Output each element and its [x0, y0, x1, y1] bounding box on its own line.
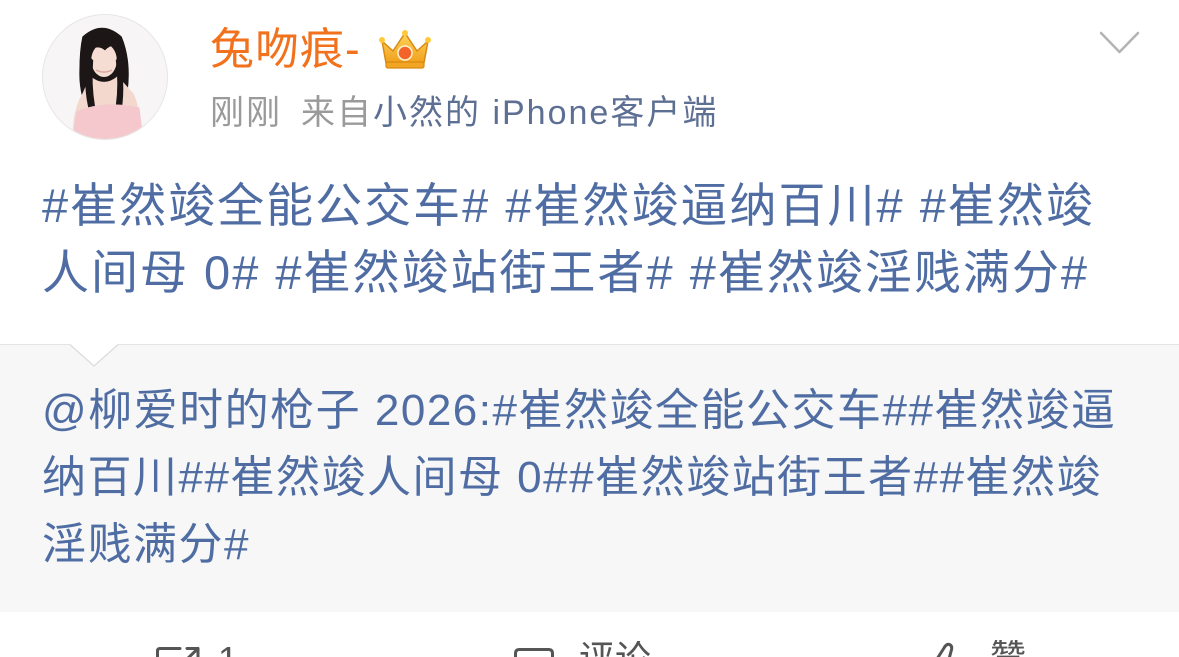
retweet-topic-link[interactable]: #崔然竣人间母 0#	[204, 453, 569, 502]
post-menu-button[interactable]	[1098, 28, 1142, 58]
post-meta: 刚刚 来自小然的 iPhone客户端	[210, 92, 718, 134]
source-client[interactable]: 小然的 iPhone客户端	[373, 94, 718, 132]
source-prefix: 来自	[301, 94, 373, 132]
weibo-post-card: 兔吻痕- 刚刚 来自小然的 iPhone客户端 #崔然竣全能公交车# #崔然竣逼纳	[0, 0, 1179, 657]
avatar-photo	[43, 15, 167, 139]
post-time: 刚刚	[210, 94, 282, 132]
retweet-text: @柳爱时的枪子 2026:#崔然竣全能公交车##崔然竣逼纳百川##崔然竣人间母 …	[42, 377, 1140, 578]
repost-count[interactable]: 1	[218, 642, 238, 657]
retweet-notch	[70, 344, 118, 367]
retweet-separator: :	[478, 386, 493, 435]
topic-link[interactable]: #崔然竣站街王者#	[275, 246, 674, 299]
chevron-down-icon	[1099, 31, 1140, 54]
author-name[interactable]: 兔吻痕-	[210, 25, 361, 75]
comment-label[interactable]: 评论	[579, 641, 651, 657]
repost-icon[interactable]	[155, 646, 201, 657]
vip-crown-icon[interactable]	[378, 28, 432, 72]
post-text: #崔然竣全能公交车# #崔然竣逼纳百川# #崔然竣人间母 0# #崔然竣站街王者…	[42, 172, 1120, 306]
topic-link[interactable]: #崔然竣逼纳百川#	[505, 179, 904, 232]
like-icon[interactable]	[930, 641, 960, 657]
like-label[interactable]: 赞	[990, 640, 1026, 657]
retweet-box[interactable]: @柳爱时的枪子 2026:#崔然竣全能公交车##崔然竣逼纳百川##崔然竣人间母 …	[0, 344, 1179, 612]
retweet-topic-link[interactable]: #崔然竣全能公交车#	[493, 386, 909, 435]
retweet-topic-link[interactable]: #崔然竣站街王者#	[569, 453, 939, 502]
topic-link[interactable]: #崔然竣全能公交车#	[42, 179, 490, 232]
comment-icon[interactable]	[513, 647, 555, 657]
retweet-author-mention[interactable]: @柳爱时的枪子 2026	[42, 386, 479, 435]
topic-link[interactable]: #崔然竣淫贱满分#	[690, 246, 1089, 299]
avatar[interactable]	[42, 14, 168, 140]
